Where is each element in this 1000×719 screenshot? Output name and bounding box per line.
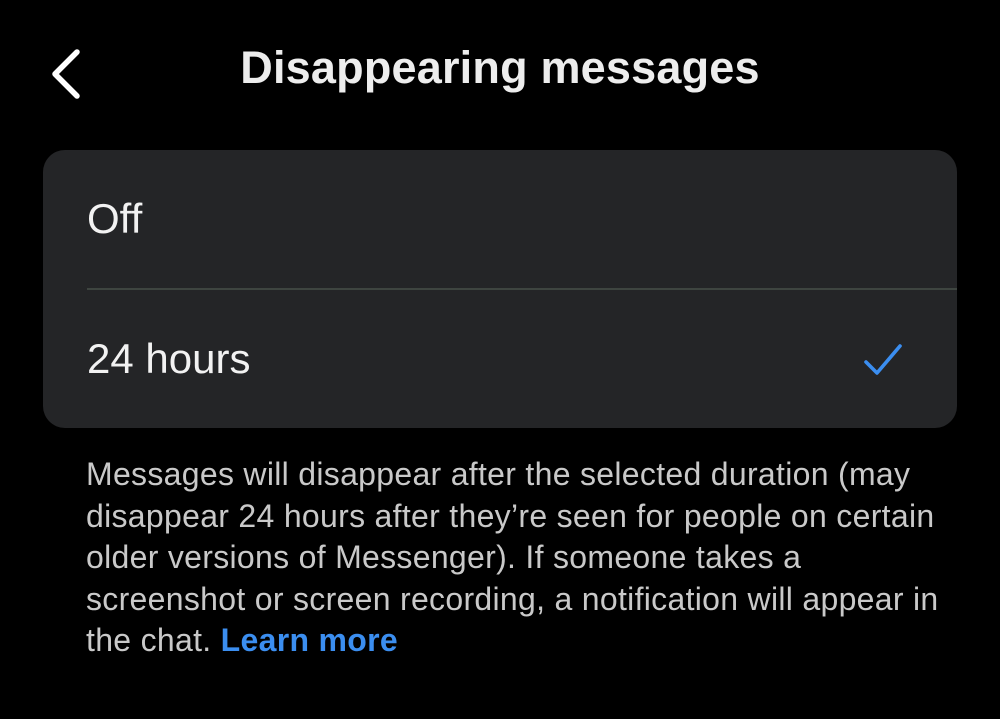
learn-more-link[interactable]: Learn more [221,622,398,658]
option-off[interactable]: Off [43,150,957,290]
checkmark-icon [864,344,902,375]
page-title: Disappearing messages [240,42,760,93]
duration-options-list: Off 24 hours [43,150,957,428]
description-body: Messages will disappear after the select… [86,456,939,658]
option-off-label: Off [87,195,143,242]
header-bar: Disappearing messages [0,0,1000,145]
option-24-hours[interactable]: 24 hours [43,290,957,428]
description-text: Messages will disappear after the select… [86,454,966,662]
option-24-hours-label: 24 hours [87,335,251,382]
